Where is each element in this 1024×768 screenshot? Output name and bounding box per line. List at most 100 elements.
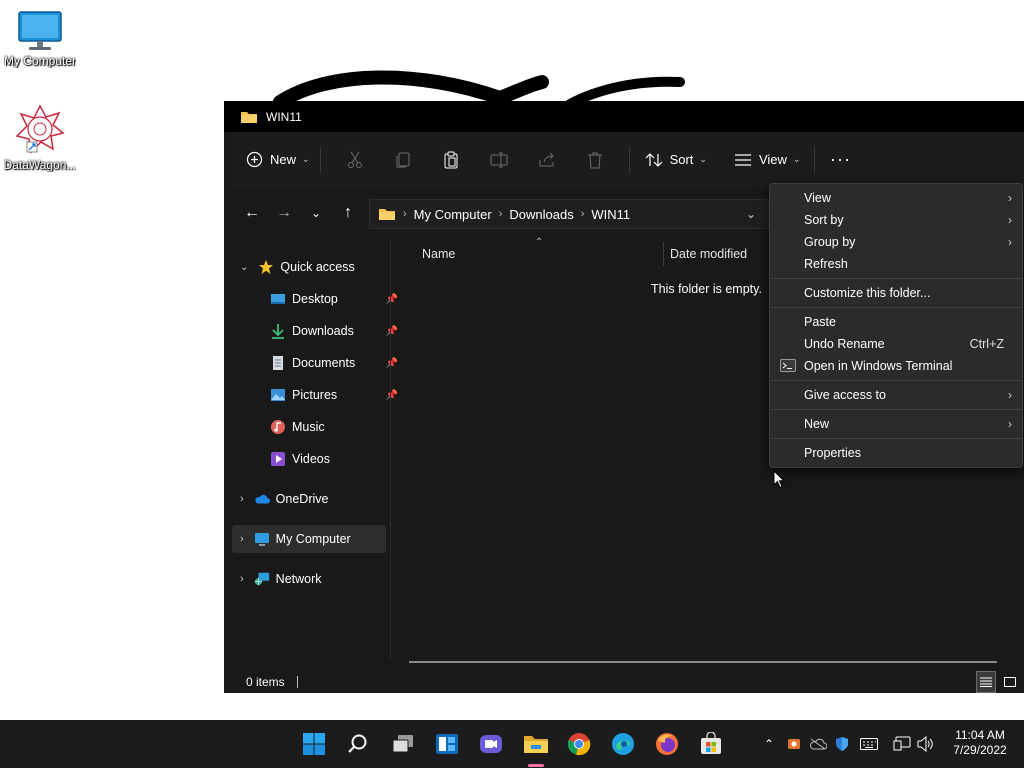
menu-item-properties[interactable]: Properties xyxy=(770,442,1022,464)
onedrive-offline-button[interactable] xyxy=(809,734,827,754)
menu-item-group-by[interactable]: Group by › xyxy=(770,231,1022,253)
view-button[interactable]: View ⌄ xyxy=(733,144,800,176)
volume-button[interactable] xyxy=(916,734,936,754)
chevron-right-icon: › xyxy=(240,493,244,505)
security-button[interactable] xyxy=(834,734,850,754)
menu-item-label: Sort by xyxy=(804,213,844,227)
sidebar-item-label: Downloads xyxy=(292,324,354,338)
sidebar-item-pictures[interactable]: Pictures 📌 xyxy=(270,381,398,409)
menu-item-new[interactable]: New › xyxy=(770,413,1022,435)
menu-item-open-terminal[interactable]: Open in Windows Terminal xyxy=(770,355,1022,377)
menu-item-sort-by[interactable]: Sort by › xyxy=(770,209,1022,231)
status-divider xyxy=(296,676,298,688)
clock-date: 7/29/2022 xyxy=(953,743,1007,757)
cut-button[interactable] xyxy=(331,144,379,176)
share-button[interactable] xyxy=(523,144,571,176)
chrome-button[interactable] xyxy=(565,730,593,758)
forward-button[interactable]: → xyxy=(268,198,300,228)
folder-icon xyxy=(241,111,257,123)
tray-app-button[interactable] xyxy=(786,734,802,754)
menu-item-label: Paste xyxy=(804,315,836,329)
pin-icon[interactable]: 📌 xyxy=(386,390,398,401)
command-bar: New ⌄ Sort ⌄ View ⌄ ··· xyxy=(232,132,1024,187)
sidebar-item-videos[interactable]: Videos xyxy=(270,445,390,473)
horizontal-scrollbar[interactable] xyxy=(409,661,997,663)
menu-item-customize-folder[interactable]: Customize this folder... xyxy=(770,282,1022,304)
star-icon xyxy=(258,259,274,275)
up-button[interactable]: ↑ xyxy=(332,198,364,228)
sidebar-item-network[interactable]: › Network xyxy=(240,565,322,593)
keyboard-icon xyxy=(860,738,878,750)
search-button[interactable] xyxy=(344,730,372,758)
column-header-label: Date modified xyxy=(670,247,748,261)
arrow-right-icon: → xyxy=(276,204,292,221)
more-options-button[interactable]: ··· xyxy=(825,144,855,176)
microsoft-store-button[interactable] xyxy=(697,730,725,758)
chevron-right-icon: › xyxy=(1008,417,1012,431)
new-button[interactable]: New ⌄ xyxy=(244,144,310,176)
task-view-button[interactable] xyxy=(389,730,417,758)
start-button[interactable] xyxy=(300,730,328,758)
address-history-chevron-icon[interactable]: ⌄ xyxy=(746,207,756,221)
menu-item-refresh[interactable]: Refresh xyxy=(770,253,1022,275)
address-bar[interactable]: › My Computer › Downloads › WIN11 ⌄ xyxy=(369,199,769,229)
column-divider[interactable] xyxy=(663,242,664,266)
desktop-icon-my-computer[interactable]: My Computer xyxy=(0,10,80,68)
breadcrumb-downloads[interactable]: Downloads xyxy=(509,207,573,222)
sidebar-item-music[interactable]: Music xyxy=(270,413,390,441)
rename-button[interactable] xyxy=(475,144,523,176)
chevron-up-icon: ⌃ xyxy=(763,737,775,751)
menu-item-label: View xyxy=(804,191,831,205)
sidebar-item-onedrive[interactable]: › OneDrive xyxy=(240,485,328,513)
column-header-name[interactable]: Name xyxy=(422,239,455,269)
keyboard-button[interactable] xyxy=(859,734,879,754)
copy-button[interactable] xyxy=(379,144,427,176)
edge-button[interactable] xyxy=(609,730,637,758)
desktop-icon-datawagon[interactable]: DataWagon... xyxy=(0,104,80,172)
sidebar-item-downloads[interactable]: Downloads 📌 xyxy=(270,317,398,345)
app-tray-icon xyxy=(788,739,800,749)
teams-chat-button[interactable] xyxy=(477,730,505,758)
desktop-icon-label: DataWagon... xyxy=(3,158,77,172)
delete-button[interactable] xyxy=(571,144,619,176)
navigation-pane: ⌄ Quick access Desktop 📌 Downloads 📌 Doc… xyxy=(232,239,398,669)
menu-item-undo-rename[interactable]: Undo Rename Ctrl+Z xyxy=(770,333,1022,355)
desktop-folder-icon xyxy=(270,291,286,307)
sidebar-item-desktop[interactable]: Desktop 📌 xyxy=(270,285,398,313)
pane-divider[interactable] xyxy=(390,239,391,659)
column-header-date-modified[interactable]: Date modified xyxy=(670,239,747,269)
paste-button[interactable] xyxy=(427,144,475,176)
new-label: New xyxy=(270,152,297,167)
file-explorer-taskbar-button[interactable] xyxy=(521,730,551,758)
menu-item-give-access[interactable]: Give access to › xyxy=(770,384,1022,406)
chrome-icon xyxy=(567,733,591,756)
sort-button[interactable]: Sort ⌄ xyxy=(644,144,707,176)
large-icons-view-button[interactable] xyxy=(1000,671,1020,693)
chevron-down-icon: ⌄ xyxy=(240,261,249,273)
network-status-button[interactable] xyxy=(892,734,912,754)
menu-item-paste[interactable]: Paste xyxy=(770,311,1022,333)
clock[interactable]: 11:04 AM 7/29/2022 xyxy=(940,728,1020,758)
speaker-icon xyxy=(917,736,933,752)
firefox-button[interactable] xyxy=(653,730,681,758)
sidebar-item-label: OneDrive xyxy=(275,492,329,506)
widgets-button[interactable] xyxy=(433,730,461,758)
recent-locations-button[interactable]: ⌄ xyxy=(300,198,332,228)
pin-icon[interactable]: 📌 xyxy=(386,294,398,305)
folder-icon xyxy=(524,736,548,753)
menu-separator xyxy=(771,380,1023,381)
breadcrumb-my-computer[interactable]: My Computer xyxy=(414,207,492,222)
pin-icon[interactable]: 📌 xyxy=(386,358,398,369)
menu-item-view[interactable]: View › xyxy=(770,187,1022,209)
menu-item-label: Properties xyxy=(804,446,861,460)
sidebar-item-my-computer[interactable]: › My Computer xyxy=(232,525,386,553)
show-hidden-icons-button[interactable]: ⌃ xyxy=(761,734,777,754)
windows-logo-icon xyxy=(303,733,325,755)
back-button[interactable]: ← xyxy=(236,198,268,228)
details-view-button[interactable] xyxy=(976,671,996,693)
sidebar-item-documents[interactable]: Documents 📌 xyxy=(270,349,398,377)
scissors-icon xyxy=(345,150,365,170)
pin-icon[interactable]: 📌 xyxy=(386,326,398,337)
breadcrumb-win11[interactable]: WIN11 xyxy=(591,207,630,222)
sidebar-item-quick-access[interactable]: ⌄ Quick access xyxy=(240,253,355,281)
